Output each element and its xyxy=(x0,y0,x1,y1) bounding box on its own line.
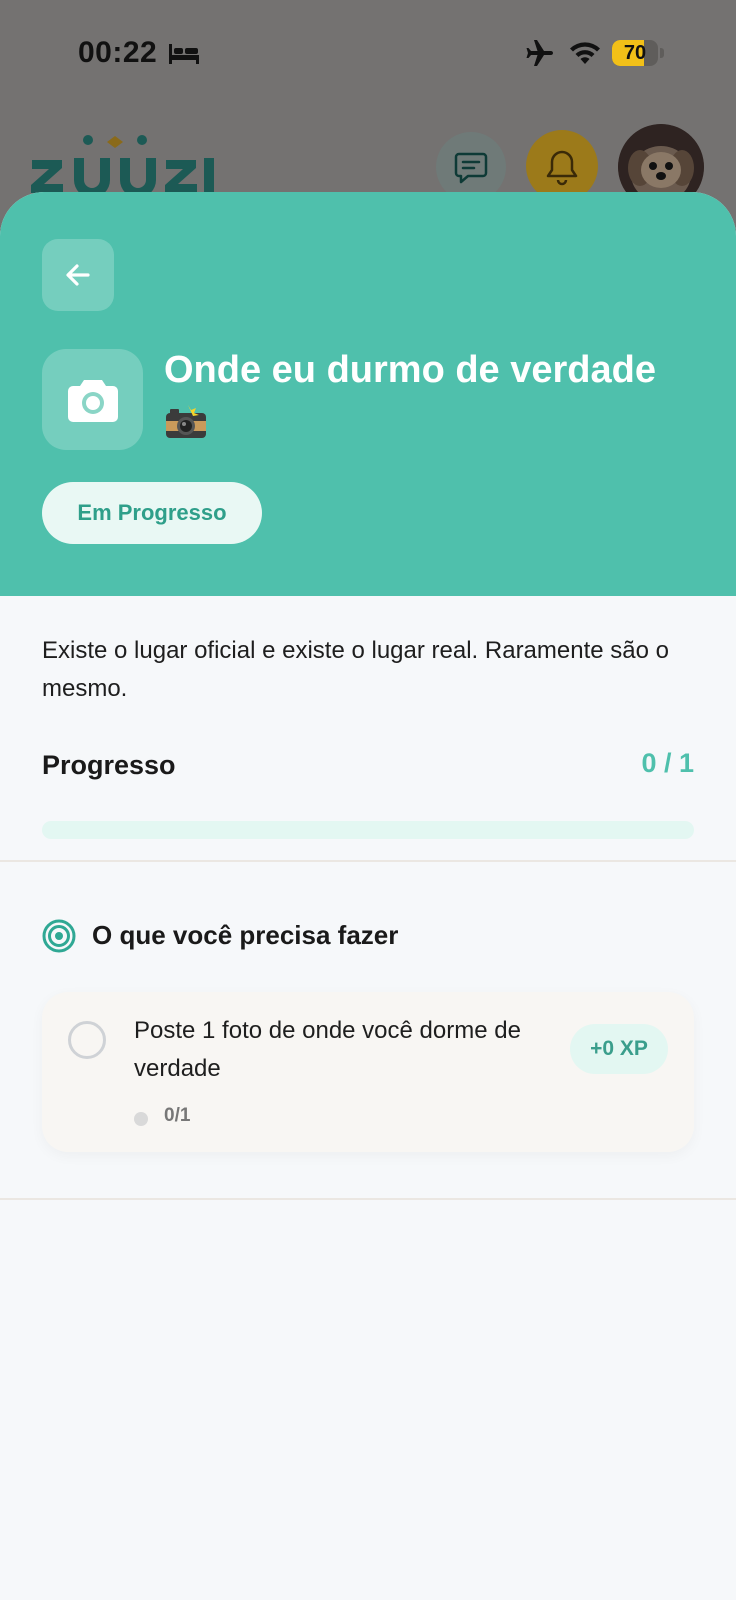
progress-value: 0 / 1 xyxy=(641,748,694,778)
task-icon-tile xyxy=(42,349,143,450)
arrow-left-icon xyxy=(66,264,90,286)
divider xyxy=(0,1198,736,1200)
requirement-count-dot xyxy=(134,1112,148,1126)
divider xyxy=(0,860,736,862)
requirement-text: Poste 1 foto de onde você dorme de verda… xyxy=(134,1017,521,1082)
app-logo xyxy=(31,135,214,198)
airplane-icon xyxy=(526,40,553,66)
bed-icon xyxy=(169,44,199,64)
sheet-header: Onde eu durmo de verdade Em Progresso xyxy=(0,192,736,596)
status-bar: 00:22 70 xyxy=(0,0,736,100)
task-description: Existe o lugar oficial e existe o lugar … xyxy=(42,637,669,702)
target-icon xyxy=(42,919,76,953)
status-badge: Em Progresso xyxy=(42,482,262,544)
requirement-checkbox[interactable] xyxy=(68,1021,106,1059)
xp-badge: +0 XP xyxy=(570,1024,668,1074)
quest-detail-sheet: Onde eu durmo de verdade Em Progresso Ex… xyxy=(0,192,736,1600)
battery-icon: 70 xyxy=(612,40,664,66)
back-button[interactable] xyxy=(42,239,114,311)
task-title: Onde eu durmo de verdade xyxy=(164,349,656,391)
requirement-count: 0/1 xyxy=(164,1105,191,1126)
battery-label: 70 xyxy=(623,42,647,64)
progress-bar xyxy=(42,821,694,839)
progress-label: Progresso xyxy=(42,750,176,780)
status-time: 00:22 xyxy=(78,36,158,69)
camera-icon xyxy=(68,380,118,422)
wifi-icon xyxy=(570,42,600,64)
camera-flash-emoji xyxy=(166,405,206,438)
section-title: O que você precisa fazer xyxy=(92,920,399,950)
requirement-card[interactable]: Poste 1 foto de onde você dorme de verda… xyxy=(42,992,694,1152)
screen: 00:22 70 Onde eu durmo de verdade Em Pro… xyxy=(0,0,736,1600)
